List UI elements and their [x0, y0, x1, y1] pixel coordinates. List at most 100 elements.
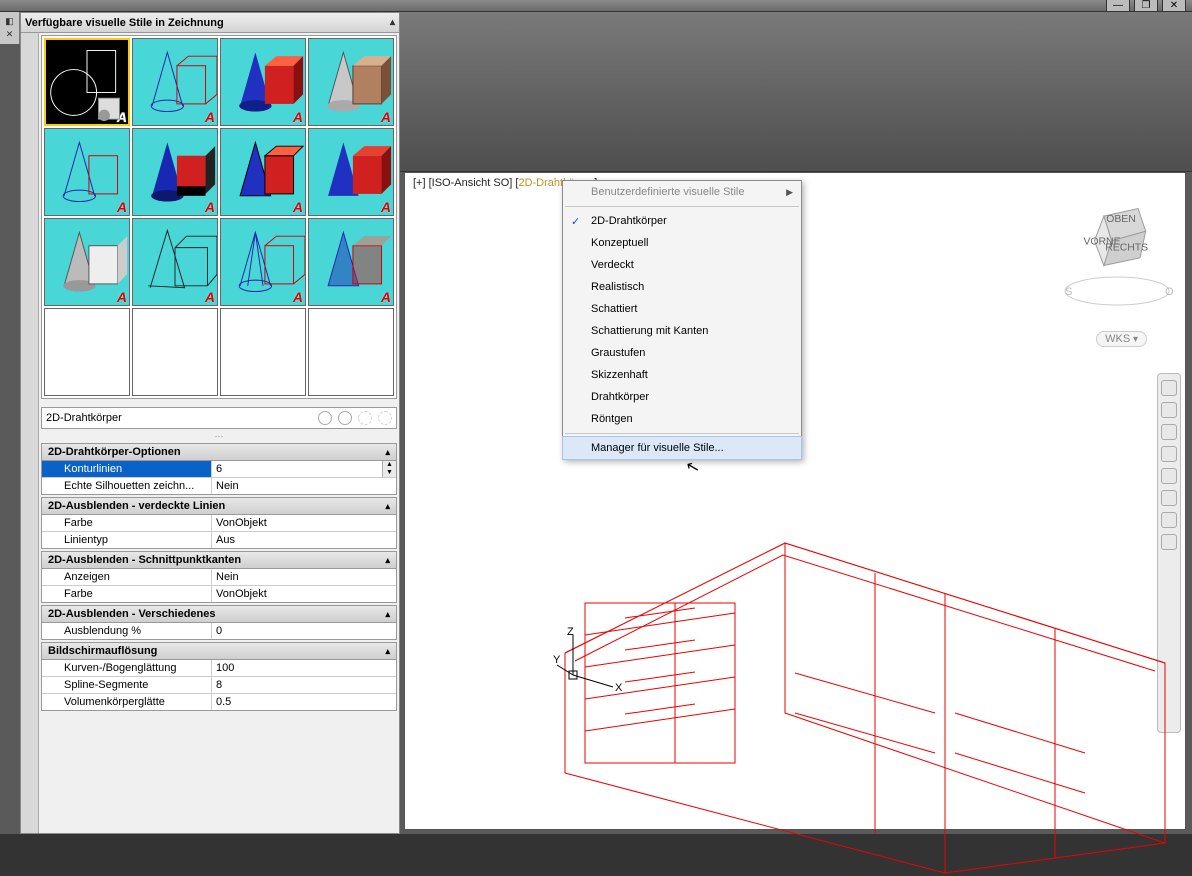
- collapse-icon[interactable]: ▴: [385, 646, 390, 657]
- titlebar: [0, 0, 1192, 12]
- menu-item[interactable]: Schattierung mit Kanten: [563, 320, 801, 342]
- property-row[interactable]: FarbeVonObjekt: [42, 586, 396, 602]
- property-section-header[interactable]: 2D-Ausblenden - verdeckte Linien▴: [42, 498, 396, 515]
- property-section: 2D-Drahtkörper-Optionen▴Konturlinien6▲▼E…: [41, 443, 397, 495]
- style-thumb-empty: [44, 308, 130, 396]
- cube-top-label: OBEN: [1106, 214, 1136, 225]
- property-value[interactable]: Nein: [212, 478, 396, 494]
- property-row[interactable]: Echte Silhouetten zeichn...Nein: [42, 478, 396, 494]
- style-thumb-wire-blue[interactable]: A: [44, 128, 130, 216]
- style-thumb-gray[interactable]: A: [44, 218, 130, 306]
- viewport-label-prefix: [+] [ISO-Ansicht SO] [: [413, 177, 518, 189]
- style-thumb-hidden[interactable]: A: [220, 38, 306, 126]
- property-section-header[interactable]: Bildschirmauflösung▴: [42, 643, 396, 660]
- collapse-icon[interactable]: ▴: [385, 555, 390, 566]
- property-section-header[interactable]: 2D-Ausblenden - Verschiedenes▴: [42, 606, 396, 623]
- style-thumb-shaded-edges[interactable]: A: [220, 128, 306, 216]
- property-value[interactable]: 6▲▼: [212, 461, 396, 477]
- menu-item[interactable]: Schattiert: [563, 298, 801, 320]
- property-row[interactable]: LinientypAus: [42, 532, 396, 548]
- property-row[interactable]: Ausblendung %0: [42, 623, 396, 639]
- property-row[interactable]: Spline-Segmente8: [42, 677, 396, 694]
- property-key: Linientyp: [42, 532, 212, 548]
- menu-item[interactable]: Graustufen: [563, 342, 801, 364]
- property-key: Echte Silhouetten zeichn...: [42, 478, 212, 494]
- property-value[interactable]: 0: [212, 623, 396, 639]
- property-section-header[interactable]: 2D-Drahtkörper-Optionen▴: [42, 444, 396, 461]
- property-value[interactable]: VonObjekt: [212, 586, 396, 602]
- current-style-name: 2D-Drahtkörper: [46, 412, 122, 424]
- property-section: Bildschirmauflösung▴Kurven-/Bogenglättun…: [41, 642, 397, 711]
- palette-side-strip[interactable]: [21, 33, 39, 833]
- close-button[interactable]: ✕: [1162, 0, 1186, 12]
- action-icon-2[interactable]: [338, 411, 352, 425]
- property-value[interactable]: VonObjekt: [212, 515, 396, 531]
- property-key: Farbe: [42, 515, 212, 531]
- style-thumb-2d-wireframe[interactable]: A: [44, 38, 130, 126]
- property-row[interactable]: Konturlinien6▲▼: [42, 461, 396, 478]
- property-section: 2D-Ausblenden - verdeckte Linien▴FarbeVo…: [41, 497, 397, 549]
- property-value[interactable]: 100: [212, 660, 396, 676]
- spinner-up-icon[interactable]: ▲: [383, 461, 396, 469]
- restore-button[interactable]: ❐: [1134, 0, 1158, 12]
- property-key: Kurven-/Bogenglättung: [42, 660, 212, 676]
- visual-style-context-menu: Benutzerdefinierte visuelle Stile▶2D-Dra…: [562, 180, 802, 460]
- style-thumb-sketch[interactable]: A: [132, 218, 218, 306]
- current-style-row: 2D-Drahtkörper: [41, 407, 397, 429]
- svg-text:O: O: [1165, 286, 1174, 298]
- wks-badge[interactable]: WKS ▾: [1096, 331, 1147, 347]
- menu-item[interactable]: Verdeckt: [563, 254, 801, 276]
- nav-tool-icon[interactable]: [1161, 380, 1177, 396]
- property-value[interactable]: 0.5: [212, 694, 396, 710]
- property-section-header[interactable]: 2D-Ausblenden - Schnittpunktkanten▴: [42, 552, 396, 569]
- property-row[interactable]: Kurven-/Bogenglättung100: [42, 660, 396, 677]
- spinner-down-icon[interactable]: ▼: [383, 469, 396, 477]
- property-key: Farbe: [42, 586, 212, 602]
- svg-text:S: S: [1065, 286, 1072, 298]
- action-icon-3[interactable]: [358, 411, 372, 425]
- property-value[interactable]: Aus: [212, 532, 396, 548]
- collapse-icon[interactable]: ▴: [385, 501, 390, 512]
- cube-right-label: RECHTS: [1105, 242, 1148, 253]
- property-value[interactable]: Nein: [212, 569, 396, 585]
- property-value[interactable]: 8: [212, 677, 396, 693]
- collapse-icon[interactable]: ▴: [385, 609, 390, 620]
- action-icon-1[interactable]: [318, 411, 332, 425]
- property-row[interactable]: AnzeigenNein: [42, 569, 396, 586]
- collapse-icon[interactable]: ▴: [385, 447, 390, 458]
- action-icon-4[interactable]: [378, 411, 392, 425]
- style-thumb-shaded-plain[interactable]: A: [308, 128, 394, 216]
- wireframe-model: [525, 413, 1192, 873]
- menu-item[interactable]: 2D-Drahtkörper: [563, 210, 801, 232]
- style-thumb-conceptual-wire[interactable]: A: [132, 38, 218, 126]
- palette-title-bar[interactable]: Verfügbare visuelle Stile in Zeichnung ▴: [21, 13, 399, 33]
- style-thumbnails: A A A A: [41, 35, 397, 399]
- menu-item[interactable]: Manager für visuelle Stile...: [563, 437, 801, 459]
- style-thumb-xray[interactable]: A: [308, 218, 394, 306]
- property-key: Anzeigen: [42, 569, 212, 585]
- splitter-grip[interactable]: ⋯: [39, 431, 399, 441]
- menu-item[interactable]: Skizzenhaft: [563, 364, 801, 386]
- style-thumb-empty: [132, 308, 218, 396]
- menu-item[interactable]: Konzeptuell: [563, 232, 801, 254]
- viewcube[interactable]: OBEN VORNE RECHTS: [1083, 199, 1159, 275]
- palette-title: Verfügbare visuelle Stile in Zeichnung: [25, 17, 224, 29]
- window-buttons: — ❐ ✕: [1106, 0, 1186, 12]
- property-section: 2D-Ausblenden - Schnittpunktkanten▴Anzei…: [41, 551, 397, 603]
- submenu-arrow-icon: ▶: [786, 187, 793, 198]
- property-row[interactable]: FarbeVonObjekt: [42, 515, 396, 532]
- menu-item[interactable]: Realistisch: [563, 276, 801, 298]
- style-thumb-empty: [220, 308, 306, 396]
- style-thumb-wireframe-color[interactable]: A: [220, 218, 306, 306]
- style-thumb-shaded-check[interactable]: A: [132, 128, 218, 216]
- viewcube-compass[interactable]: S O: [1057, 271, 1177, 311]
- svg-text:Y: Y: [553, 654, 561, 666]
- menu-item[interactable]: Röntgen: [563, 408, 801, 430]
- ucs-icon[interactable]: X Z Y: [553, 625, 623, 695]
- menu-item[interactable]: Drahtkörper: [563, 386, 801, 408]
- property-row[interactable]: Volumenkörperglätte0.5: [42, 694, 396, 710]
- svg-text:Z: Z: [567, 626, 574, 638]
- style-thumb-realistic[interactable]: A: [308, 38, 394, 126]
- collapse-icon[interactable]: ▴: [390, 17, 395, 28]
- minimize-button[interactable]: —: [1106, 0, 1130, 12]
